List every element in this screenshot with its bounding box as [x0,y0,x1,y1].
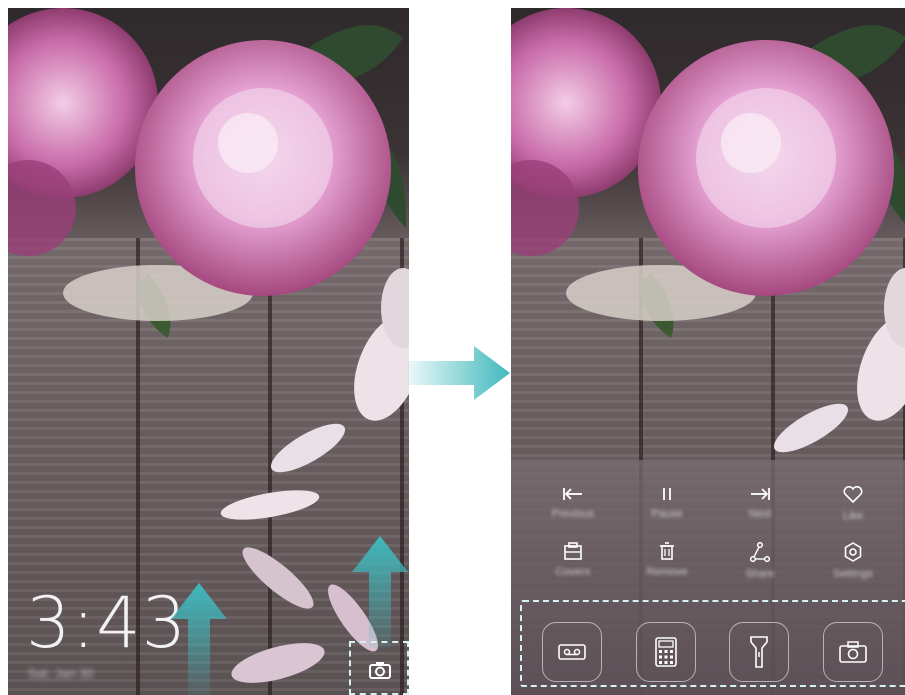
next-label: Next [748,508,772,520]
remove-label: Remove [646,566,688,578]
share-icon [750,542,770,562]
lock-camera-shortcut[interactable] [349,641,409,695]
previous-button[interactable]: Previous [533,486,613,520]
covers-label: Covers [555,566,591,578]
share-label: Share [745,568,775,580]
transition-arrow-icon [408,346,510,400]
shortcuts-highlight-frame [520,600,905,687]
pause-button[interactable]: Pause [627,486,707,520]
camera-icon [369,662,391,679]
heart-icon [843,486,863,504]
like-label: Like [842,510,864,522]
next-track-icon [751,488,770,500]
lock-screen-before: 3:43 Sat, Jan 30 [8,8,409,695]
like-button[interactable]: Like [813,486,893,522]
pause-icon [663,488,671,500]
covers-button[interactable]: Covers [533,542,613,578]
remove-button[interactable]: Remove [627,542,707,578]
trash-icon [660,542,674,560]
share-button[interactable]: Share [720,542,800,580]
swipe-up-arrow-icon [171,583,227,695]
gear-icon [844,542,862,562]
pause-label: Pause [651,508,683,520]
settings-button[interactable]: Settings [813,542,893,580]
previous-track-icon [563,488,582,500]
lock-clock: 3:43 [26,582,188,664]
previous-label: Previous [551,508,595,520]
swipe-up-camera-arrow-icon [352,536,408,648]
lock-date: Sat, Jan 30 [28,666,94,681]
settings-label: Settings [833,568,873,580]
lock-screen-after: Previous Pause Next Like Covers Remove S… [511,8,905,695]
covers-icon [564,542,582,560]
next-button[interactable]: Next [720,486,800,520]
